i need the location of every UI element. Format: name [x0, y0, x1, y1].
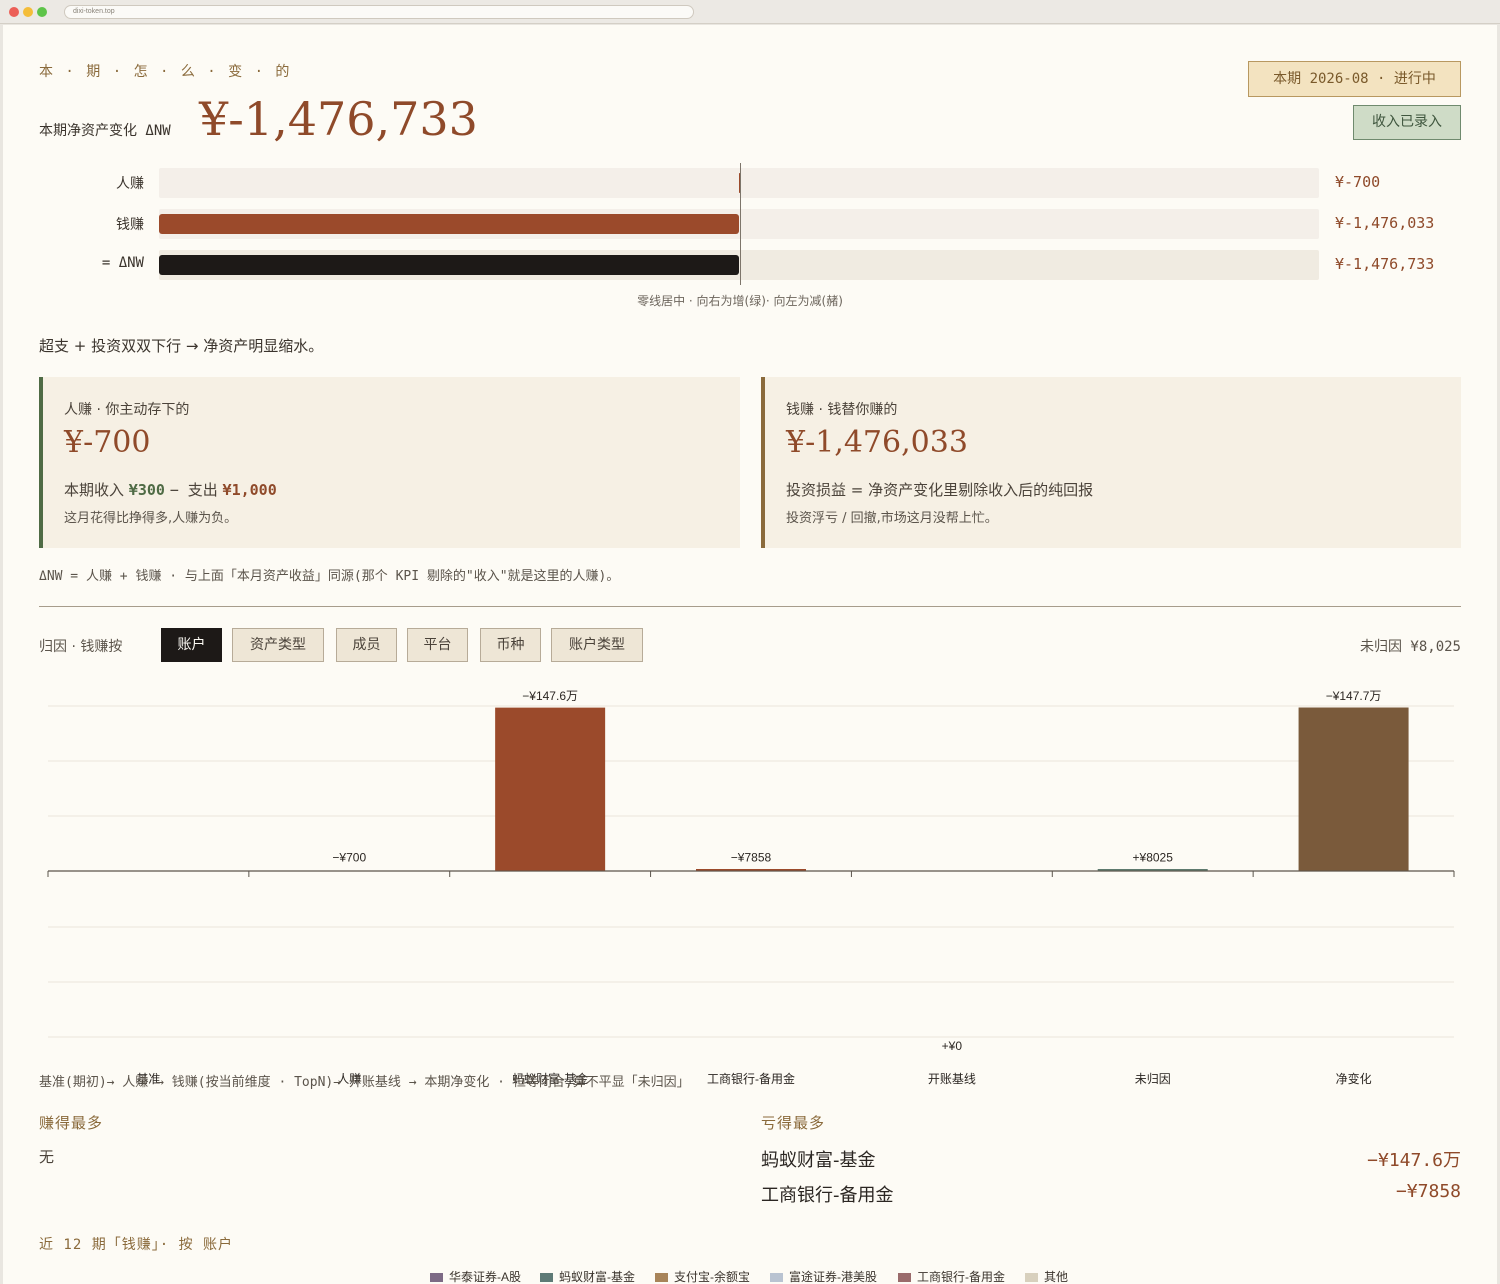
waterfall-data-label: +¥8025 — [1133, 851, 1174, 865]
unattributed-amount: 未归因 ¥8,025 — [1359, 639, 1461, 655]
waterfall-data-label: −¥7858 — [731, 851, 772, 865]
legend-label: 华泰证券-A股 — [449, 1270, 522, 1284]
top-loss-item: 工商银行-备用金 −¥7858 — [761, 1181, 1461, 1207]
waterfall-category-label: 工商银行-备用金 — [707, 1071, 795, 1086]
legend-label: 其他 — [1044, 1270, 1069, 1284]
waterfall-data-label: −¥147.7万 — [1326, 689, 1382, 703]
legend-label: 工商银行-备用金 — [917, 1270, 1005, 1284]
top-loss-item-name: 蚂蚁财富-基金 — [761, 1150, 876, 1171]
period-badge: 本期 2026-08 · 进行中 — [1248, 61, 1461, 97]
bar-row-value: ¥-1,476,733 — [1335, 255, 1435, 273]
income-amount: ¥300 — [128, 481, 165, 499]
bar-row-value: ¥-700 — [1335, 173, 1381, 191]
browser-chrome: dixi-token.top — [0, 0, 1500, 24]
top-loss-title: 亏得最多 — [761, 1114, 826, 1132]
legend-swatch — [770, 1273, 783, 1283]
section-kicker: 本 · 期 · 怎 · 么 · 变 · 的 — [39, 64, 292, 80]
minimize-window-icon[interactable] — [23, 7, 33, 17]
top-earn-title: 赚得最多 — [39, 1114, 104, 1132]
human-card-value: ¥-700 — [64, 425, 151, 460]
income-recorded-button[interactable]: 收入已录入 — [1353, 105, 1461, 140]
legend-item[interactable]: 华泰证券-A股 — [430, 1268, 521, 1284]
top-loss-item: 蚂蚁财富-基金 −¥147.6万 — [761, 1146, 1461, 1172]
top-loss-item-value: −¥147.6万 — [1367, 1150, 1461, 1171]
legend-item[interactable]: 支付宝-余额宝 — [655, 1268, 750, 1284]
attribution-label: 归因 · 钱赚按 — [39, 639, 123, 655]
money-card-title: 钱赚 · 钱替你赚的 — [786, 402, 898, 418]
bar-row-value: ¥-1,476,033 — [1335, 214, 1435, 232]
legend-item[interactable]: 蚂蚁财富-基金 — [540, 1268, 635, 1284]
waterfall-bar[interactable] — [1298, 707, 1409, 871]
bar-fill — [159, 255, 739, 275]
legend-swatch — [1025, 1273, 1038, 1283]
legend-swatch — [430, 1273, 443, 1283]
human-earn-card: 人赚 · 你主动存下的 ¥-700 本期收入 ¥300 − 支出 ¥1,000 … — [39, 377, 740, 548]
money-card-value: ¥-1,476,033 — [786, 425, 968, 460]
waterfall-chart: 基准−¥700人赚−¥147.6万蚂蚁财富-基金−¥7858工商银行-备用金+¥… — [47, 689, 1455, 1086]
human-card-title: 人赚 · 你主动存下的 — [64, 402, 190, 418]
legend-label: 蚂蚁财富-基金 — [559, 1270, 635, 1284]
zero-line — [740, 163, 741, 285]
money-card-note: 投资浮亏 / 回撤,市场这月没帮上忙。 — [786, 511, 998, 526]
history-title: 近 12 期「钱赚」· 按 账户 — [39, 1237, 234, 1253]
bar-fill — [159, 214, 739, 234]
top-loss-item-value: −¥7858 — [1395, 1181, 1461, 1202]
net-worth-change-value: ¥-1,476,733 — [199, 92, 478, 146]
waterfall-category-label: 净变化 — [1336, 1071, 1372, 1086]
legend-label: 富途证券-港美股 — [789, 1270, 877, 1284]
bar-row-label: = ΔNW — [101, 255, 144, 271]
legend-item[interactable]: 其他 — [1025, 1268, 1068, 1284]
address-bar[interactable]: dixi-token.top — [64, 5, 694, 19]
human-card-note: 这月花得比挣得多,人赚为负。 — [64, 511, 238, 526]
legend-swatch — [540, 1273, 553, 1283]
tab-account[interactable]: 账户 — [161, 628, 222, 662]
waterfall-data-label: −¥700 — [332, 851, 366, 865]
chart-caption: 基准(期初)→ 人赚 → 钱赚(按当前维度 · TopN)→ 开账基线 → 本期… — [39, 1075, 690, 1090]
maximize-window-icon[interactable] — [37, 7, 47, 17]
bars-caption: 零线居中 · 向右为增(绿)· 向左为减(赭) — [637, 294, 843, 308]
money-card-formula: 投资损益 = 净资产变化里剔除收入后的纯回报 — [786, 481, 1094, 499]
net-worth-change-label: 本期净资产变化 ΔNW — [39, 123, 171, 139]
tab-platform[interactable]: 平台 — [407, 628, 468, 662]
expense-amount: ¥1,000 — [222, 481, 277, 499]
bar-track — [159, 168, 1319, 198]
waterfall-data-label: +¥0 — [942, 1039, 963, 1053]
waterfall-bar[interactable] — [495, 707, 606, 871]
top-loss-item-name: 工商银行-备用金 — [761, 1185, 894, 1206]
formula-note: ΔNW = 人赚 + 钱赚 · 与上面「本月资产收益」同源(那个 KPI 剔除的… — [39, 569, 620, 584]
waterfall-category-label: 未归因 — [1135, 1072, 1171, 1086]
tab-currency[interactable]: 币种 — [480, 628, 541, 662]
top-earn-empty: 无 — [39, 1148, 55, 1166]
legend-swatch — [655, 1273, 668, 1283]
bar-row-label: 钱赚 — [116, 217, 144, 233]
income-label: 本期收入 — [64, 481, 125, 499]
legend-swatch — [898, 1273, 911, 1283]
waterfall-bar[interactable] — [696, 869, 806, 871]
legend-label: 支付宝-余额宝 — [674, 1270, 750, 1284]
money-earn-card: 钱赚 · 钱替你赚的 ¥-1,476,033 投资损益 = 净资产变化里剔除收入… — [761, 377, 1461, 548]
section-divider — [39, 606, 1461, 607]
page: 本 · 期 · 怎 · 么 · 变 · 的 本期净资产变化 ΔNW ¥-1,47… — [3, 25, 1497, 1284]
tab-account-type[interactable]: 账户类型 — [551, 628, 643, 662]
waterfall-category-label: 开账基线 — [928, 1072, 976, 1086]
legend-item[interactable]: 富途证券-港美股 — [770, 1268, 877, 1284]
waterfall-bar[interactable] — [1097, 869, 1208, 871]
legend-item[interactable]: 工商银行-备用金 — [898, 1268, 1005, 1284]
bar-row-label: 人赚 — [116, 176, 144, 192]
waterfall-data-label: −¥147.6万 — [522, 689, 578, 703]
human-card-formula: 本期收入 ¥300 − 支出 ¥1,000 — [64, 479, 277, 500]
summary-text: 超支 + 投资双双下行 → 净资产明显缩水。 — [39, 337, 324, 355]
expense-label: − 支出 — [169, 481, 218, 499]
close-window-icon[interactable] — [9, 7, 19, 17]
tab-member[interactable]: 成员 — [336, 628, 397, 662]
tab-asset-type[interactable]: 资产类型 — [232, 628, 324, 662]
